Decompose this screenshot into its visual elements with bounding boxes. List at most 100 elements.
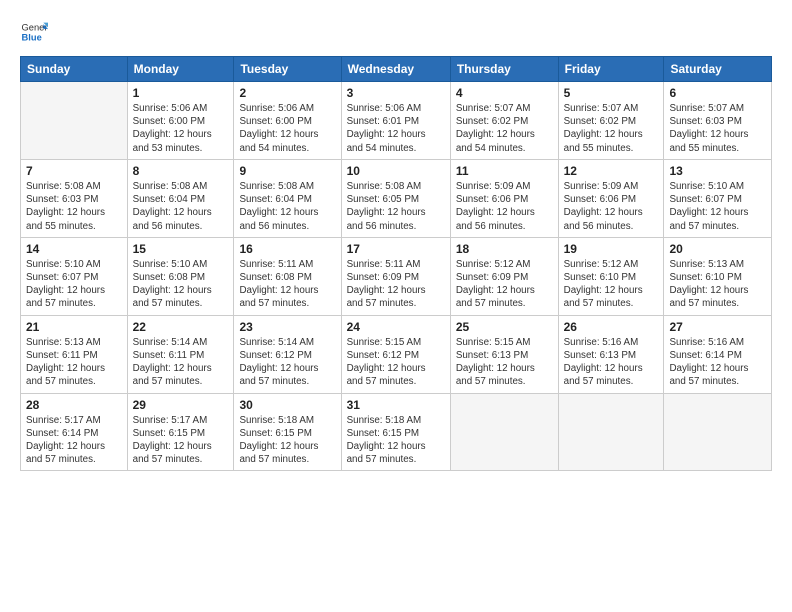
day-info: Sunrise: 5:15 AM Sunset: 6:13 PM Dayligh…	[456, 336, 553, 389]
day-cell: 26 Sunrise: 5:16 AM Sunset: 6:13 PM Dayli…	[558, 315, 664, 393]
day-number: 12	[564, 164, 659, 178]
day-cell: 22 Sunrise: 5:14 AM Sunset: 6:11 PM Dayli…	[127, 315, 234, 393]
day-number: 11	[456, 164, 553, 178]
day-info: Sunrise: 5:10 AM Sunset: 6:08 PM Dayligh…	[133, 258, 229, 311]
day-cell: 18 Sunrise: 5:12 AM Sunset: 6:09 PM Dayli…	[450, 237, 558, 315]
header-cell-thursday: Thursday	[450, 57, 558, 82]
day-info: Sunrise: 5:11 AM Sunset: 6:09 PM Dayligh…	[347, 258, 445, 311]
day-info: Sunrise: 5:08 AM Sunset: 6:05 PM Dayligh…	[347, 180, 445, 233]
day-info: Sunrise: 5:16 AM Sunset: 6:13 PM Dayligh…	[564, 336, 659, 389]
day-info: Sunrise: 5:06 AM Sunset: 6:00 PM Dayligh…	[133, 102, 229, 155]
day-cell	[558, 393, 664, 471]
day-cell	[21, 82, 128, 160]
week-row-3: 14Sunrise: 5:10 AM Sunset: 6:07 PM Dayli…	[21, 237, 772, 315]
day-number: 13	[669, 164, 766, 178]
day-cell: 12 Sunrise: 5:09 AM Sunset: 6:06 PM Dayli…	[558, 159, 664, 237]
week-row-4: 21 Sunrise: 5:13 AM Sunset: 6:11 PM Dayli…	[21, 315, 772, 393]
day-info: Sunrise: 5:07 AM Sunset: 6:02 PM Dayligh…	[564, 102, 659, 155]
day-number: 3	[347, 86, 445, 100]
day-info: Sunrise: 5:08 AM Sunset: 6:04 PM Dayligh…	[239, 180, 335, 233]
day-cell: 6 Sunrise: 5:07 AM Sunset: 6:03 PM Daylig…	[664, 82, 772, 160]
svg-text:Blue: Blue	[22, 33, 42, 43]
day-info: Sunrise: 5:13 AM Sunset: 6:11 PM Dayligh…	[26, 336, 122, 389]
day-cell: 4 Sunrise: 5:07 AM Sunset: 6:02 PM Daylig…	[450, 82, 558, 160]
day-info: Sunrise: 5:13 AM Sunset: 6:10 PM Dayligh…	[669, 258, 766, 311]
day-number: 7	[26, 164, 122, 178]
header-cell-monday: Monday	[127, 57, 234, 82]
header-row: SundayMondayTuesdayWednesdayThursdayFrid…	[21, 57, 772, 82]
day-number: 16	[239, 242, 335, 256]
day-info: Sunrise: 5:09 AM Sunset: 6:06 PM Dayligh…	[564, 180, 659, 233]
day-info: Sunrise: 5:07 AM Sunset: 6:03 PM Dayligh…	[669, 102, 766, 155]
day-number: 27	[669, 320, 766, 334]
day-cell: 10 Sunrise: 5:08 AM Sunset: 6:05 PM Dayli…	[341, 159, 450, 237]
day-number: 25	[456, 320, 553, 334]
day-number: 26	[564, 320, 659, 334]
day-cell: 23Sunrise: 5:14 AM Sunset: 6:12 PM Dayli…	[234, 315, 341, 393]
calendar-table: SundayMondayTuesdayWednesdayThursdayFrid…	[20, 56, 772, 471]
day-cell: 8 Sunrise: 5:08 AM Sunset: 6:04 PM Daylig…	[127, 159, 234, 237]
day-number: 20	[669, 242, 766, 256]
page: General Blue SundayMondayTuesdayWednesda…	[0, 0, 792, 612]
day-info: Sunrise: 5:09 AM Sunset: 6:06 PM Dayligh…	[456, 180, 553, 233]
day-number: 22	[133, 320, 229, 334]
day-number: 24	[347, 320, 445, 334]
day-cell: 14Sunrise: 5:10 AM Sunset: 6:07 PM Dayli…	[21, 237, 128, 315]
day-number: 17	[347, 242, 445, 256]
day-cell: 5 Sunrise: 5:07 AM Sunset: 6:02 PM Daylig…	[558, 82, 664, 160]
day-number: 4	[456, 86, 553, 100]
header-cell-friday: Friday	[558, 57, 664, 82]
day-number: 30	[239, 398, 335, 412]
day-info: Sunrise: 5:16 AM Sunset: 6:14 PM Dayligh…	[669, 336, 766, 389]
day-number: 9	[239, 164, 335, 178]
day-cell: 13 Sunrise: 5:10 AM Sunset: 6:07 PM Dayli…	[664, 159, 772, 237]
day-info: Sunrise: 5:15 AM Sunset: 6:12 PM Dayligh…	[347, 336, 445, 389]
day-info: Sunrise: 5:14 AM Sunset: 6:12 PM Dayligh…	[239, 336, 335, 389]
day-cell: 24 Sunrise: 5:15 AM Sunset: 6:12 PM Dayli…	[341, 315, 450, 393]
day-number: 1	[133, 86, 229, 100]
day-info: Sunrise: 5:12 AM Sunset: 6:10 PM Dayligh…	[564, 258, 659, 311]
day-cell: 1 Sunrise: 5:06 AM Sunset: 6:00 PM Daylig…	[127, 82, 234, 160]
day-number: 28	[26, 398, 122, 412]
day-cell: 27 Sunrise: 5:16 AM Sunset: 6:14 PM Dayli…	[664, 315, 772, 393]
logo: General Blue	[20, 18, 52, 46]
day-cell: 25 Sunrise: 5:15 AM Sunset: 6:13 PM Dayli…	[450, 315, 558, 393]
day-cell: 15 Sunrise: 5:10 AM Sunset: 6:08 PM Dayli…	[127, 237, 234, 315]
day-info: Sunrise: 5:07 AM Sunset: 6:02 PM Dayligh…	[456, 102, 553, 155]
day-number: 31	[347, 398, 445, 412]
day-cell: 3 Sunrise: 5:06 AM Sunset: 6:01 PM Daylig…	[341, 82, 450, 160]
header-cell-wednesday: Wednesday	[341, 57, 450, 82]
week-row-2: 7 Sunrise: 5:08 AM Sunset: 6:03 PM Daylig…	[21, 159, 772, 237]
day-number: 8	[133, 164, 229, 178]
day-number: 2	[239, 86, 335, 100]
day-info: Sunrise: 5:06 AM Sunset: 6:00 PM Dayligh…	[239, 102, 335, 155]
day-cell: 16Sunrise: 5:11 AM Sunset: 6:08 PM Dayli…	[234, 237, 341, 315]
day-info: Sunrise: 5:10 AM Sunset: 6:07 PM Dayligh…	[669, 180, 766, 233]
day-number: 29	[133, 398, 229, 412]
day-cell: 7 Sunrise: 5:08 AM Sunset: 6:03 PM Daylig…	[21, 159, 128, 237]
day-info: Sunrise: 5:18 AM Sunset: 6:15 PM Dayligh…	[347, 414, 445, 467]
day-cell: 17 Sunrise: 5:11 AM Sunset: 6:09 PM Dayli…	[341, 237, 450, 315]
day-info: Sunrise: 5:08 AM Sunset: 6:04 PM Dayligh…	[133, 180, 229, 233]
day-info: Sunrise: 5:17 AM Sunset: 6:15 PM Dayligh…	[133, 414, 229, 467]
day-info: Sunrise: 5:18 AM Sunset: 6:15 PM Dayligh…	[239, 414, 335, 467]
day-info: Sunrise: 5:08 AM Sunset: 6:03 PM Dayligh…	[26, 180, 122, 233]
day-number: 21	[26, 320, 122, 334]
day-number: 6	[669, 86, 766, 100]
day-cell: 29 Sunrise: 5:17 AM Sunset: 6:15 PM Dayli…	[127, 393, 234, 471]
day-cell: 30 Sunrise: 5:18 AM Sunset: 6:15 PM Dayli…	[234, 393, 341, 471]
day-info: Sunrise: 5:06 AM Sunset: 6:01 PM Dayligh…	[347, 102, 445, 155]
day-cell: 11 Sunrise: 5:09 AM Sunset: 6:06 PM Dayli…	[450, 159, 558, 237]
day-number: 18	[456, 242, 553, 256]
day-number: 15	[133, 242, 229, 256]
day-cell: 19 Sunrise: 5:12 AM Sunset: 6:10 PM Dayli…	[558, 237, 664, 315]
day-cell: 28Sunrise: 5:17 AM Sunset: 6:14 PM Dayli…	[21, 393, 128, 471]
week-row-1: 1 Sunrise: 5:06 AM Sunset: 6:00 PM Daylig…	[21, 82, 772, 160]
day-info: Sunrise: 5:14 AM Sunset: 6:11 PM Dayligh…	[133, 336, 229, 389]
week-row-5: 28Sunrise: 5:17 AM Sunset: 6:14 PM Dayli…	[21, 393, 772, 471]
day-info: Sunrise: 5:12 AM Sunset: 6:09 PM Dayligh…	[456, 258, 553, 311]
day-number: 10	[347, 164, 445, 178]
day-number: 5	[564, 86, 659, 100]
day-cell	[664, 393, 772, 471]
day-number: 19	[564, 242, 659, 256]
